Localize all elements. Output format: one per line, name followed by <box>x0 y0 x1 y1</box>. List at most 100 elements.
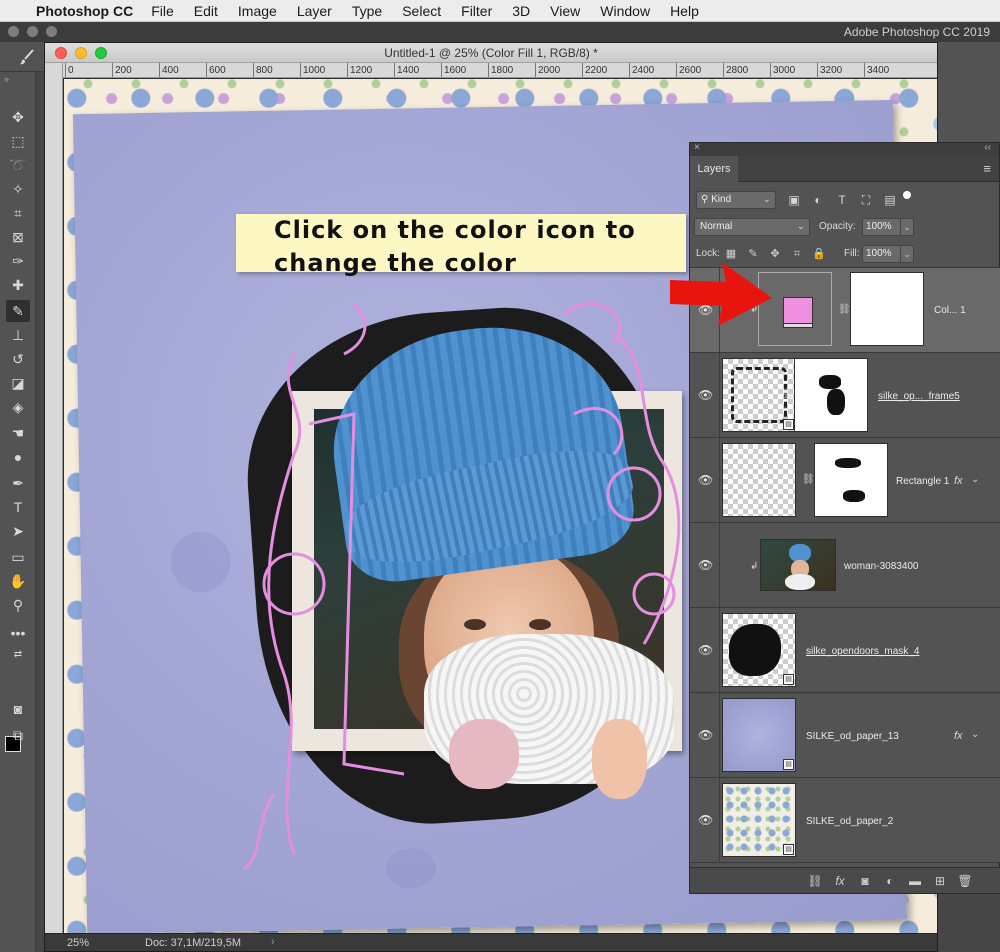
eyedropper-icon[interactable]: ✑ <box>6 250 30 272</box>
layer-name[interactable]: Col... 1 <box>934 305 966 316</box>
effects-expand-icon[interactable]: ⌄ <box>971 729 979 740</box>
menu-layer[interactable]: Layer <box>297 3 332 19</box>
history-brush-icon[interactable]: ↺ <box>6 348 30 370</box>
zoom-level[interactable]: 25% <box>67 937 89 949</box>
layer-row-frame[interactable]: 👁 ▤ ⛓ silke_op..._frame5 <box>690 353 1000 438</box>
filter-shape-icon[interactable]: ⛶ <box>858 192 874 208</box>
more-tools-icon[interactable]: ••• <box>6 622 30 644</box>
eraser-icon[interactable]: ◪ <box>6 372 30 394</box>
screen-mode-icon[interactable]: ⧉ <box>6 724 30 746</box>
eye-icon[interactable]: 👁 <box>698 729 713 741</box>
fx-icon[interactable]: fx <box>954 475 963 487</box>
filter-pixel-icon[interactable]: ▣ <box>786 192 802 208</box>
adjustment-icon[interactable]: ◐ <box>882 873 898 889</box>
menu-filter[interactable]: Filter <box>461 3 492 19</box>
app-zoom-button[interactable] <box>46 26 57 37</box>
panel-close-icon[interactable]: × <box>694 142 700 153</box>
fill-field[interactable]: 100% <box>862 245 902 263</box>
layer-name[interactable]: woman-3083400 <box>844 561 919 572</box>
layer-row-paper-2[interactable]: 👁 ▤ SILKE_od_paper_2 <box>690 778 1000 863</box>
smudge-icon[interactable]: ☚ <box>6 422 30 444</box>
menu-3d[interactable]: 3D <box>512 3 530 19</box>
mask-link-icon[interactable]: ⛓ <box>802 474 815 485</box>
mask-icon[interactable]: ◙ <box>857 873 873 889</box>
layer-thumbnail[interactable]: ▤ <box>722 783 796 857</box>
menu-file[interactable]: File <box>151 3 174 19</box>
mask-link-icon[interactable]: ⛓ <box>782 389 795 400</box>
app-minimize-button[interactable] <box>27 26 38 37</box>
vertical-ruler[interactable] <box>45 63 63 935</box>
app-close-button[interactable] <box>8 26 19 37</box>
healing-icon[interactable]: ✚ <box>6 274 30 296</box>
eye-icon[interactable]: 👁 <box>698 559 713 571</box>
fx-icon[interactable]: fx <box>954 730 963 742</box>
menu-image[interactable]: Image <box>238 3 277 19</box>
lock-all-icon[interactable]: 🔒 <box>812 246 826 262</box>
zoom-icon[interactable]: ⚲ <box>6 594 30 616</box>
marquee-icon[interactable]: ⬚ <box>6 130 30 152</box>
move-icon[interactable]: ✥ <box>6 106 30 128</box>
layer-row-paper-13[interactable]: 👁 ▤ SILKE_od_paper_13 fx ⌄ <box>690 693 1000 778</box>
layer-thumbnail[interactable] <box>722 443 796 517</box>
swap-colors-icon[interactable]: ⇄ <box>6 644 30 666</box>
fx-icon[interactable]: fx <box>832 873 848 889</box>
trash-icon[interactable]: 🗑 <box>957 873 973 889</box>
menu-help[interactable]: Help <box>670 3 699 19</box>
filter-toggle-icon[interactable] <box>903 191 911 207</box>
frame-icon[interactable]: ⊠ <box>6 226 30 248</box>
hand-icon[interactable]: ✋ <box>6 570 30 592</box>
layer-name[interactable]: Rectangle 1 <box>896 476 949 487</box>
effects-expand-icon[interactable]: ⌄ <box>971 474 979 485</box>
lock-artboard-icon[interactable]: ⌗ <box>790 246 804 262</box>
opacity-chevron-icon[interactable]: ⌄ <box>900 218 914 236</box>
stamp-icon[interactable]: ⊥ <box>6 324 30 346</box>
filter-smart-object-icon[interactable]: ▤ <box>882 192 898 208</box>
layer-name[interactable]: SILKE_od_paper_2 <box>806 816 893 827</box>
type-icon[interactable]: T <box>6 496 30 518</box>
rectangle-icon[interactable]: ▭ <box>6 546 30 568</box>
eye-icon[interactable]: 👁 <box>698 474 713 486</box>
layer-mask-thumbnail[interactable] <box>814 443 888 517</box>
layer-row-mask[interactable]: 👁 ▤ silke_opendoors_mask_4 <box>690 608 1000 693</box>
path-select-icon[interactable]: ➤ <box>6 520 30 542</box>
pen-icon[interactable]: ✒ <box>6 472 30 494</box>
layer-name[interactable]: SILKE_od_paper_13 <box>806 731 899 742</box>
app-menu[interactable]: Photoshop CC <box>36 3 133 19</box>
layer-name[interactable]: silke_op..._frame5 <box>878 391 960 402</box>
menu-type[interactable]: Type <box>352 3 382 19</box>
filter-adjustment-icon[interactable]: ◐ <box>810 192 826 208</box>
panel-menu-icon[interactable]: ≡ <box>983 161 991 176</box>
magic-wand-icon[interactable]: ✧ <box>6 178 30 200</box>
folder-icon[interactable]: ▬ <box>907 873 923 889</box>
mask-link-icon[interactable]: ⛓ <box>838 304 851 315</box>
blend-mode-select[interactable]: Normal ⌄ <box>694 218 810 236</box>
dodge-icon[interactable]: ● <box>6 446 30 468</box>
menu-window[interactable]: Window <box>600 3 650 19</box>
menu-view[interactable]: View <box>550 3 580 19</box>
tab-layers[interactable]: Layers <box>690 156 738 182</box>
document-title-bar[interactable]: Untitled-1 @ 25% (Color Fill 1, RGB/8) * <box>45 43 937 63</box>
brush-preset-icon[interactable] <box>18 48 36 66</box>
lasso-icon[interactable]: ➰ <box>6 154 30 176</box>
layer-thumbnail[interactable] <box>760 539 836 591</box>
layer-thumbnail[interactable]: ▤ <box>722 613 796 687</box>
layer-mask-thumbnail[interactable] <box>794 358 868 432</box>
eye-icon[interactable]: 👁 <box>698 814 713 826</box>
eye-icon[interactable]: 👁 <box>698 389 713 401</box>
panel-collapse-icon[interactable]: ‹‹ <box>984 142 991 153</box>
filter-type-icon[interactable]: T <box>834 192 850 208</box>
fill-chevron-icon[interactable]: ⌄ <box>900 245 914 263</box>
menu-select[interactable]: Select <box>402 3 441 19</box>
toolbar-collapse-icon[interactable]: » <box>4 74 9 84</box>
new-layer-icon[interactable]: ⊞ <box>932 873 948 889</box>
layer-row-rectangle[interactable]: 👁 ⛓ Rectangle 1 fx ⌄ <box>690 438 1000 523</box>
layer-name[interactable]: silke_opendoors_mask_4 <box>806 646 919 657</box>
layer-thumbnail[interactable]: ▤ <box>722 698 796 772</box>
paint-bucket-icon[interactable]: ◈ <box>6 396 30 418</box>
layer-row-woman[interactable]: 👁 ↲ woman-3083400 <box>690 523 1000 608</box>
layer-mask-thumbnail[interactable] <box>850 272 924 346</box>
crop-icon[interactable]: ⌗ <box>6 202 30 224</box>
menu-edit[interactable]: Edit <box>194 3 218 19</box>
opacity-field[interactable]: 100% <box>862 218 902 236</box>
eye-icon[interactable]: 👁 <box>698 644 713 656</box>
